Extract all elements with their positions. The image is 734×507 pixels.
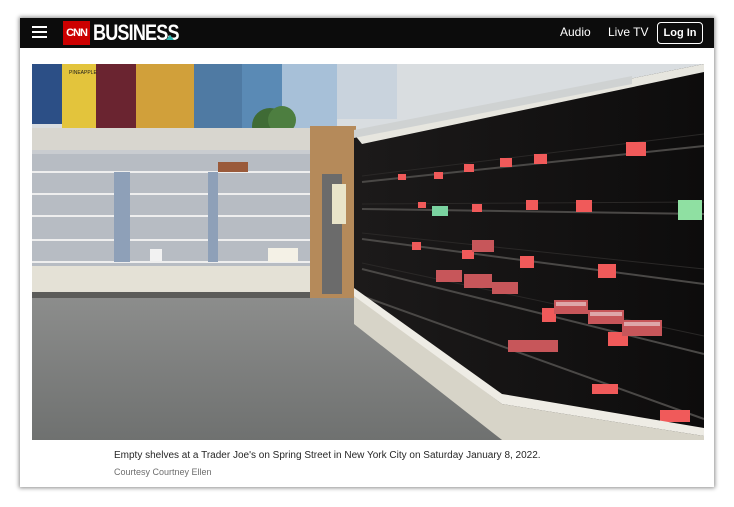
live-tv-link[interactable]: Live TV [608, 25, 648, 39]
photo-caption: Empty shelves at a Trader Joe's on Sprin… [114, 450, 541, 461]
login-button[interactable]: Log In [657, 22, 703, 44]
business-logo-text: BUSINESS [93, 20, 180, 45]
logo-accent-icon [166, 35, 174, 40]
empty-shelves-illustration: PINEAPPLE [32, 64, 704, 440]
audio-link[interactable]: Audio [560, 25, 591, 39]
menu-icon[interactable] [32, 26, 47, 39]
mural-sign-text: PINEAPPLE [69, 70, 97, 76]
site-header: CNN BUSINESS Audio Live TV Log In [20, 18, 714, 48]
article-window: CNN BUSINESS Audio Live TV Log In PINEAP… [20, 18, 714, 487]
photo-credit: Courtesy Courtney Ellen [114, 467, 212, 477]
cnn-logo-box: CNN [63, 21, 90, 45]
cnn-business-logo[interactable]: CNN BUSINESS [63, 20, 197, 45]
article-photo: PINEAPPLE [32, 64, 704, 440]
